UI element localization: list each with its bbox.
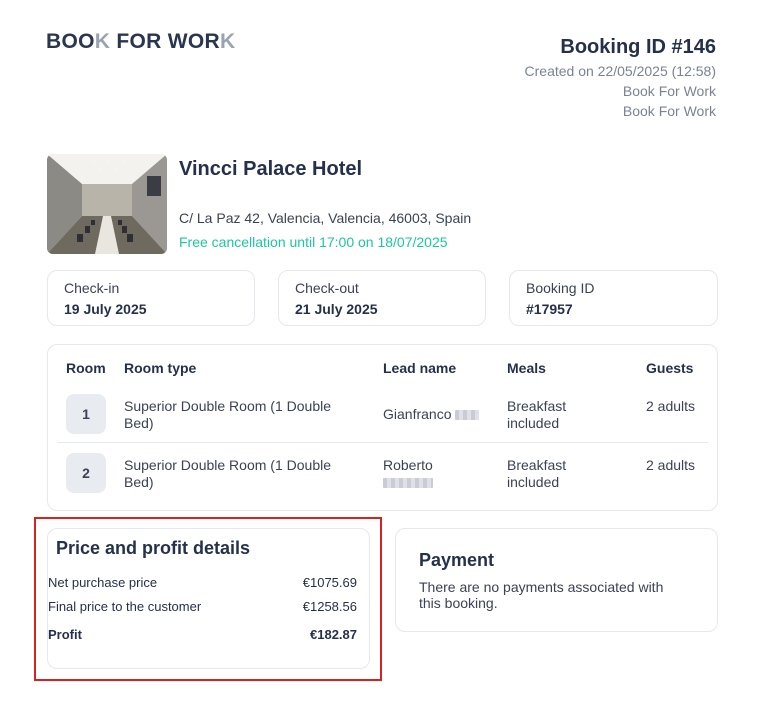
header-room: Room xyxy=(66,360,106,376)
net-purchase-value: €1075.69 xyxy=(302,575,357,590)
booking-id-card: Booking ID #17957 xyxy=(509,270,718,326)
header-meals: Meals xyxy=(507,360,546,376)
booking-id-label: Booking ID xyxy=(526,280,595,296)
final-price-value: €1258.56 xyxy=(302,599,357,614)
checkin-value: 19 July 2025 xyxy=(64,301,147,317)
room-type-cell: Superior Double Room (1 Double Bed) xyxy=(124,457,331,490)
room-type-cell: Superior Double Room (1 Double Bed) xyxy=(124,398,331,431)
booking-title: Booking ID #146 xyxy=(560,36,716,58)
room-number-badge: 2 xyxy=(66,453,106,493)
profit-value: €182.87 xyxy=(310,627,357,642)
agency-name-secondary: Book For Work xyxy=(622,103,716,119)
meals-cell: Breakfast included xyxy=(507,457,567,490)
profit-label: Profit xyxy=(48,627,82,642)
lead-first-name: Gianfranco xyxy=(383,406,452,422)
row-divider xyxy=(58,442,708,443)
logo-text-2: FOR WOR xyxy=(110,30,220,53)
redacted-surname xyxy=(455,410,480,421)
header-lead-name: Lead name xyxy=(383,360,457,376)
created-date: Created on 22/05/2025 (12:58) xyxy=(524,63,716,79)
net-purchase-label: Net purchase price xyxy=(48,575,158,590)
logo-k-1: K xyxy=(94,30,111,53)
lead-name-cell: Gianfranco xyxy=(383,406,480,423)
checkin-label: Check-in xyxy=(64,280,120,296)
final-price-label: Final price to the customer xyxy=(48,599,202,614)
header-room-type: Room type xyxy=(124,360,197,376)
lead-name-cell: Roberto xyxy=(383,457,483,491)
price-profit-title: Price and profit details xyxy=(56,538,251,558)
redacted-surname xyxy=(383,478,433,489)
checkout-card: Check-out 21 July 2025 xyxy=(278,270,486,326)
meals-cell: Breakfast included xyxy=(507,398,567,431)
lead-first-name: Roberto xyxy=(383,457,433,473)
guests-cell: 2 adults xyxy=(646,457,696,473)
room-number-badge: 1 xyxy=(66,394,106,434)
hotel-image xyxy=(47,154,167,254)
checkout-label: Check-out xyxy=(295,280,359,296)
hotel-address: C/ La Paz 42, Valencia, Valencia, 46003,… xyxy=(179,210,472,226)
payment-title: Payment xyxy=(419,550,495,570)
booking-id-value: #17957 xyxy=(526,301,573,317)
brand-logo: BOOK FOR WORK xyxy=(46,30,235,54)
payment-empty-message: There are no payments associated with th… xyxy=(419,579,664,611)
logo-text-1: BOO xyxy=(46,30,95,53)
logo-k-2: K xyxy=(219,30,236,53)
agency-name: Book For Work xyxy=(622,83,716,99)
cancellation-policy: Free cancellation until 17:00 on 18/07/2… xyxy=(179,234,448,250)
checkin-card: Check-in 19 July 2025 xyxy=(47,270,255,326)
hotel-name: Vincci Palace Hotel xyxy=(179,158,363,180)
checkout-value: 21 July 2025 xyxy=(295,301,378,317)
guests-cell: 2 adults xyxy=(646,398,696,414)
header-guests: Guests xyxy=(646,360,694,376)
